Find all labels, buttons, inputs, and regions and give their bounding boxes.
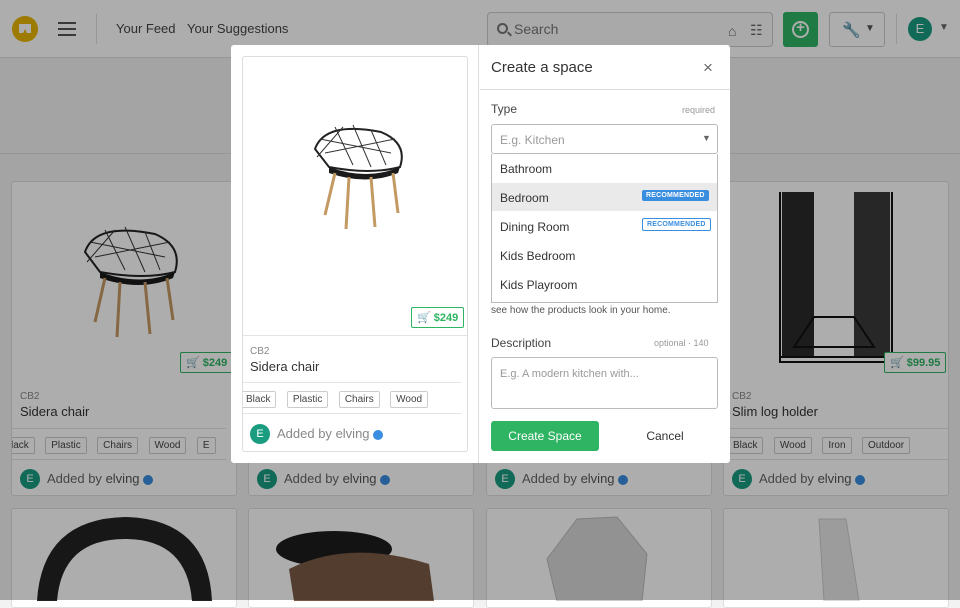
divider	[480, 89, 730, 90]
create-space-modal: 🛒 $249 CB2 Sidera chair Black Plastic Ch…	[231, 45, 730, 463]
type-dropdown-list: Bathroom Bedroom RECOMMENDED Dining Room R…	[491, 154, 718, 303]
product-card: 🛒 $249 CB2 Sidera chair Black Plastic Ch…	[242, 56, 468, 452]
product-name: Sidera chair	[250, 359, 320, 374]
recommended-badge: RECOMMENDED	[642, 190, 709, 201]
required-hint: required	[682, 105, 716, 115]
description-hint: optional · 140	[654, 338, 709, 348]
create-space-button[interactable]: Create Space	[491, 421, 599, 451]
close-icon[interactable]: ×	[703, 58, 713, 78]
modal-title: Create a space	[491, 59, 593, 76]
dropdown-option-kids-playroom[interactable]: Kids Playroom	[492, 270, 717, 298]
cancel-button[interactable]: Cancel	[621, 421, 709, 451]
chevron-down-icon: ▼	[702, 133, 711, 143]
product-brand: CB2	[250, 346, 270, 357]
dropdown-option-bedroom[interactable]: Bedroom RECOMMENDED	[492, 183, 717, 211]
recommended-badge: RECOMMENDED	[642, 218, 711, 231]
type-select-placeholder: E.g. Kitchen	[500, 133, 565, 147]
chair-image	[313, 124, 403, 230]
type-help-text: see how the products look in your home.	[491, 305, 671, 316]
divider	[243, 335, 467, 336]
modal-product-preview: 🛒 $249 CB2 Sidera chair Black Plastic Ch…	[231, 45, 479, 463]
description-label: Description	[491, 336, 552, 350]
description-textarea[interactable]: E.g. A modern kitchen with...	[491, 357, 718, 409]
tag[interactable]: Wood	[390, 391, 429, 408]
price-tag[interactable]: 🛒 $249	[411, 307, 465, 328]
type-label: Type	[491, 102, 518, 116]
tag[interactable]: Black	[243, 391, 277, 408]
dropdown-option-dining-room[interactable]: Dining Room RECOMMENDED	[492, 212, 717, 240]
avatar: E	[250, 424, 270, 444]
tag[interactable]: Chairs	[338, 391, 380, 408]
tag[interactable]: Plastic	[286, 391, 329, 408]
dropdown-option-kids-bedroom[interactable]: Kids Bedroom	[492, 241, 717, 269]
dropdown-option-bathroom[interactable]: Bathroom	[492, 154, 717, 182]
tag-row: Black Plastic Chairs Wood	[243, 382, 461, 414]
added-by: Added by elving	[277, 426, 383, 441]
type-select[interactable]: E.g. Kitchen ▼	[491, 124, 718, 154]
verified-icon	[372, 429, 383, 440]
